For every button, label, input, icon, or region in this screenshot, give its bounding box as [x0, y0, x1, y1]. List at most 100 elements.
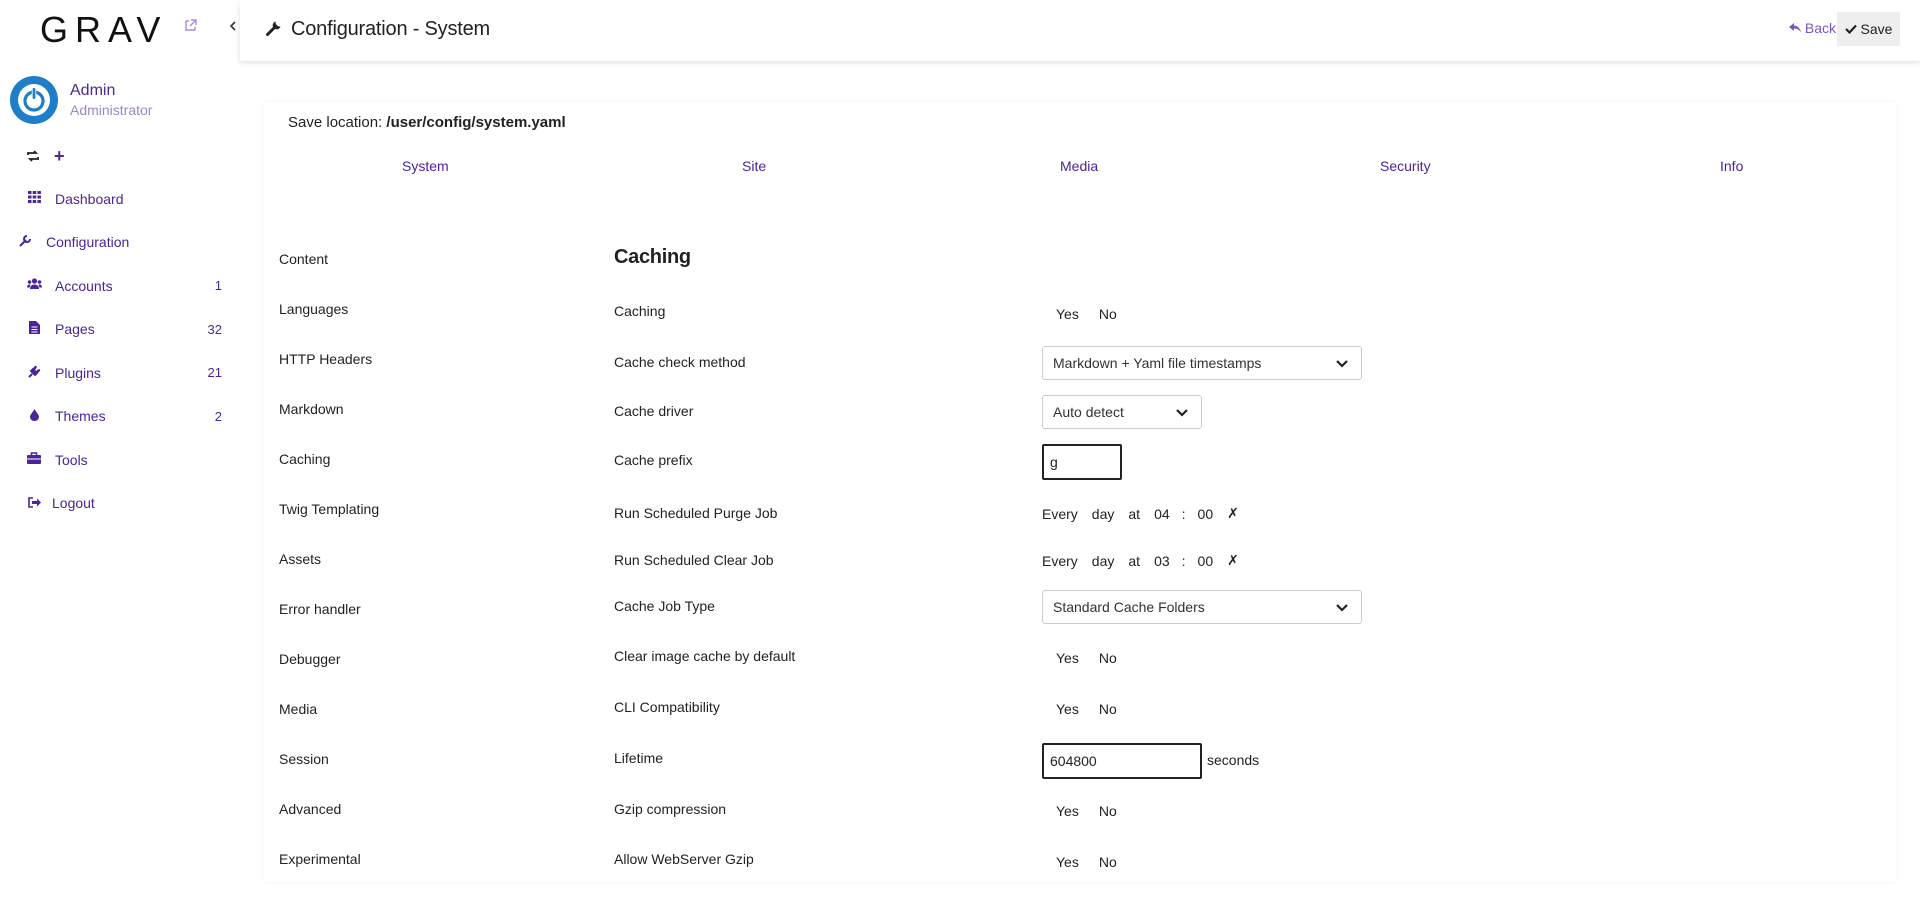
tint-icon [26, 408, 42, 424]
nav-item-themes[interactable]: Themes 2 [0, 395, 240, 439]
grav-logo[interactable]: GRAV [40, 12, 167, 48]
cron-hour-select[interactable]: 03 [1154, 553, 1170, 569]
section-link-twig[interactable]: Twig Templating [279, 501, 379, 551]
user-name[interactable]: Admin [70, 81, 152, 101]
section-link-languages[interactable]: Languages [279, 301, 379, 351]
purge-job-cron: Every day at 04 : 00 ✗ [1042, 505, 1239, 522]
cache-driver-select[interactable]: Auto detect [1042, 395, 1202, 429]
clear-job-cron: Every day at 03 : 00 ✗ [1042, 552, 1239, 569]
chevron-down-icon [1175, 404, 1189, 423]
cron-unit-select[interactable]: day [1092, 506, 1115, 522]
file-icon [26, 321, 42, 337]
nav-item-dashboard[interactable]: Dashboard [0, 177, 240, 221]
cache-prefix-input[interactable]: g [1042, 444, 1122, 480]
tab-security[interactable]: Security [1380, 158, 1431, 174]
lifetime-input[interactable]: 604800 [1042, 743, 1202, 779]
field-label-cache-job-type: Cache Job Type [614, 598, 715, 614]
nav-item-plugins[interactable]: Plugins 21 [0, 351, 240, 395]
cron-minute-select[interactable]: 00 [1198, 506, 1214, 522]
nav-item-logout[interactable]: Logout [0, 482, 240, 526]
cli-compat-yes[interactable]: Yes [1042, 695, 1089, 723]
nav-label: Plugins [55, 364, 101, 381]
section-link-debugger[interactable]: Debugger [279, 651, 379, 701]
field-label-purge-job: Run Scheduled Purge Job [614, 505, 778, 521]
nav-count-badge: 32 [207, 321, 222, 337]
tab-media[interactable]: Media [1060, 158, 1098, 174]
field-label-cache-driver: Cache driver [614, 403, 694, 419]
users-icon [26, 278, 42, 293]
collapse-sidebar-icon[interactable] [229, 19, 237, 35]
tab-info[interactable]: Info [1720, 158, 1743, 174]
nav-item-configuration[interactable]: Configuration [0, 221, 240, 265]
cron-minute-select[interactable]: 00 [1198, 553, 1214, 569]
cron-at: at [1128, 552, 1141, 569]
section-link-assets[interactable]: Assets [279, 551, 379, 601]
nav-item-tools[interactable]: Tools [0, 438, 240, 482]
field-label-webserver-gzip: Allow WebServer Gzip [614, 851, 754, 867]
cache-check-select[interactable]: Markdown + Yaml file timestamps [1042, 346, 1362, 380]
section-link-advanced[interactable]: Advanced [279, 801, 379, 851]
cron-hour-select[interactable]: 04 [1154, 506, 1170, 522]
sidebar: GRAV Admin Administrator + Dashboard Con… [0, 0, 240, 882]
cli-compat-no[interactable]: No [1089, 695, 1127, 723]
cli-compat-toggle: Yes No [1042, 695, 1127, 723]
gzip-yes[interactable]: Yes [1042, 797, 1089, 825]
refresh-icon[interactable] [26, 149, 40, 165]
clear-cron-button[interactable]: ✗ [1227, 552, 1239, 569]
plug-icon [26, 365, 42, 381]
field-label-lifetime: Lifetime [614, 750, 664, 766]
section-link-experimental[interactable]: Experimental [279, 851, 379, 901]
section-link-error-handler[interactable]: Error handler [279, 601, 379, 651]
add-page-icon[interactable]: + [54, 146, 65, 167]
save-location-label: Save location: [288, 114, 383, 131]
user-profile[interactable]: Admin Administrator [10, 76, 152, 124]
sign-out-icon [26, 496, 42, 511]
caching-toggle: Yes No [1042, 300, 1127, 328]
cache-job-type-value: Standard Cache Folders [1053, 599, 1205, 615]
section-link-markdown[interactable]: Markdown [279, 401, 379, 451]
cache-job-type-select[interactable]: Standard Cache Folders [1042, 590, 1362, 624]
back-label: Back [1804, 20, 1836, 36]
field-label-clear-job: Run Scheduled Clear Job [614, 552, 774, 568]
nav-item-accounts[interactable]: Accounts 1 [0, 264, 240, 308]
clear-cron-button[interactable]: ✗ [1227, 505, 1239, 522]
reply-icon [1788, 20, 1805, 36]
check-icon [1844, 21, 1857, 37]
cron-at: at [1128, 505, 1141, 522]
field-label-cache-check: Cache check method [614, 354, 746, 370]
webserver-gzip-yes[interactable]: Yes [1042, 848, 1089, 876]
wrench-icon [17, 234, 33, 250]
section-link-media[interactable]: Media [279, 701, 379, 751]
clear-image-cache-yes[interactable]: Yes [1042, 644, 1089, 672]
field-label-cli-compat: CLI Compatibility [614, 699, 720, 715]
section-link-http-headers[interactable]: HTTP Headers [279, 351, 379, 401]
field-label-clear-image-cache: Clear image cache by default [614, 648, 796, 664]
nav-item-pages[interactable]: Pages 32 [0, 308, 240, 352]
save-button[interactable]: Save [1837, 12, 1900, 46]
webserver-gzip-no[interactable]: No [1089, 848, 1127, 876]
cron-separator: : [1181, 505, 1186, 522]
gzip-no[interactable]: No [1089, 797, 1127, 825]
cron-separator: : [1181, 552, 1186, 569]
cron-unit-select[interactable]: day [1092, 553, 1115, 569]
section-link-content[interactable]: Content [279, 251, 379, 301]
tab-site[interactable]: Site [742, 158, 766, 174]
clear-image-cache-no[interactable]: No [1089, 644, 1127, 672]
section-link-session[interactable]: Session [279, 751, 379, 801]
page-title-text: Configuration - System [291, 18, 491, 40]
save-location: Save location: /user/config/system.yaml [288, 114, 566, 131]
back-button[interactable]: Back [1788, 20, 1836, 36]
lifetime-suffix: seconds [1207, 752, 1260, 768]
nav-label: Pages [55, 321, 95, 338]
field-label-caching: Caching [614, 303, 666, 319]
nav-count-badge: 1 [214, 278, 222, 294]
tab-system[interactable]: System [402, 158, 449, 174]
nav-label: Themes [55, 408, 106, 425]
briefcase-icon [26, 452, 42, 467]
nav-count-badge: 21 [207, 365, 222, 381]
caching-yes[interactable]: Yes [1042, 300, 1089, 328]
chevron-down-icon [1335, 355, 1349, 374]
caching-no[interactable]: No [1089, 300, 1127, 328]
section-link-caching[interactable]: Caching [279, 451, 379, 501]
external-link-icon[interactable] [184, 19, 197, 35]
